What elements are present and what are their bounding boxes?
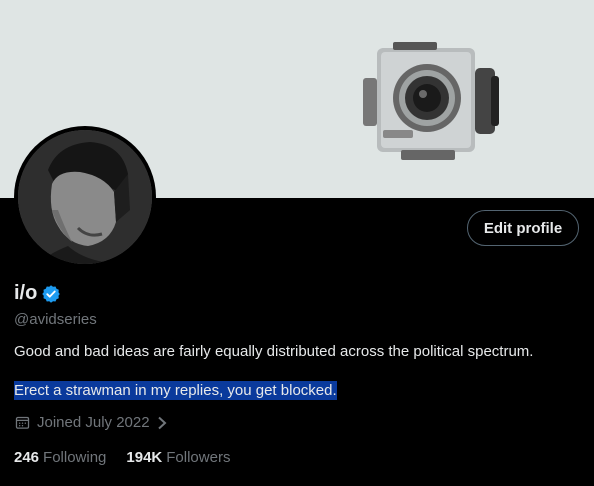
calendar-icon — [15, 416, 30, 429]
camera-banner-image — [363, 42, 499, 160]
chevron-right-icon — [157, 416, 167, 429]
user-handle: @avidseries — [14, 311, 97, 328]
bio-line-1: Good and bad ideas are fairly equally di… — [14, 343, 534, 360]
display-name: i/o — [14, 282, 38, 304]
name-row: i/o — [14, 282, 61, 305]
followers-link[interactable]: 194K Followers — [126, 449, 230, 466]
followers-label: Followers — [166, 449, 231, 466]
following-link[interactable]: 246 Following — [14, 449, 106, 466]
edit-profile-button[interactable]: Edit profile — [467, 210, 579, 246]
followers-count: 194K — [126, 449, 163, 466]
bio-line-2-selected: Erect a strawman in my replies, you get … — [14, 381, 337, 400]
joined-date[interactable]: Joined July 2022 — [14, 414, 168, 431]
following-count: 246 — [14, 449, 40, 466]
follow-stats: 246 Following 194K Followers — [14, 449, 230, 466]
following-label: Following — [43, 449, 107, 466]
profile-photo — [18, 130, 152, 264]
verified-badge-icon[interactable] — [41, 284, 61, 304]
avatar[interactable] — [14, 126, 156, 268]
joined-text: Joined July 2022 — [37, 414, 150, 431]
